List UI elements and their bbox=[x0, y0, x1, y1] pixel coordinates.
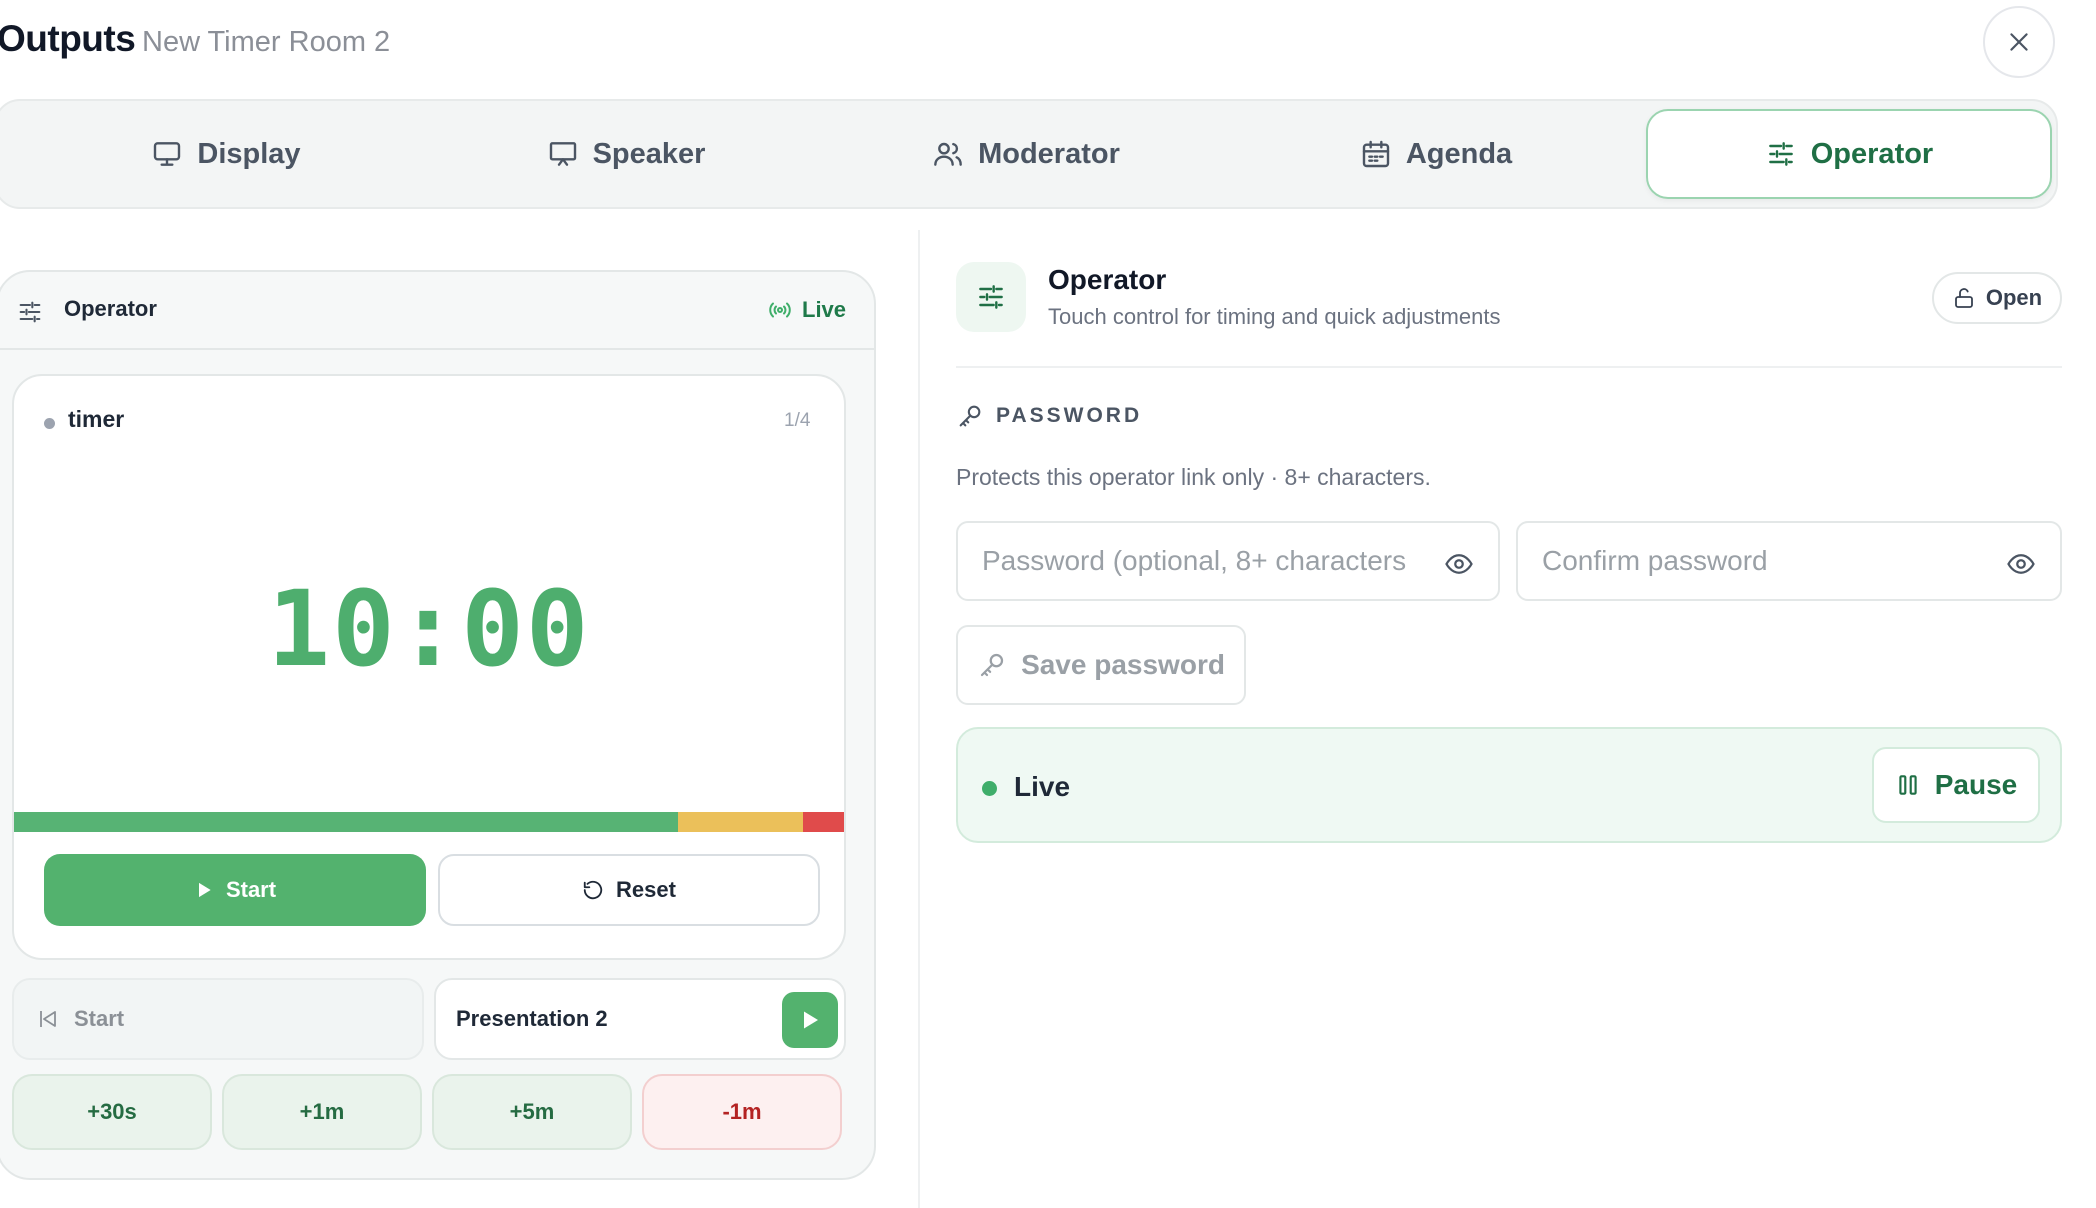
password-field bbox=[956, 521, 1500, 601]
eye-icon[interactable] bbox=[1444, 549, 1474, 579]
start-button[interactable]: Start bbox=[44, 854, 426, 926]
key-icon bbox=[977, 650, 1007, 680]
users-icon bbox=[932, 138, 964, 170]
pause-icon bbox=[1895, 772, 1921, 798]
preview-header: Operator Live bbox=[0, 272, 874, 350]
operator-description: Touch control for timing and quick adjus… bbox=[1048, 304, 1501, 329]
tab-moderator[interactable]: Moderator bbox=[856, 101, 1196, 207]
progress-segment bbox=[802, 812, 844, 832]
pause-button[interactable]: Pause bbox=[1872, 747, 2040, 823]
live-dot bbox=[982, 781, 997, 796]
next-cue: Presentation 2 bbox=[434, 978, 846, 1060]
play-next-button[interactable] bbox=[782, 992, 838, 1048]
progress-segment bbox=[14, 812, 678, 832]
close-icon bbox=[2006, 29, 2032, 55]
presentation-icon bbox=[547, 138, 579, 170]
sliders-icon bbox=[1765, 138, 1797, 170]
broadcast-icon bbox=[768, 298, 792, 322]
timer-card: timer 1/4 10:00 Start Reset bbox=[12, 374, 846, 960]
live-status-label: Live bbox=[1014, 771, 1071, 802]
password-heading: PASSWORD bbox=[956, 402, 1142, 430]
live-indicator: Live bbox=[768, 297, 846, 323]
tab-operator[interactable]: Operator bbox=[1646, 109, 2052, 199]
add-30s-button[interactable]: +30s bbox=[12, 1074, 212, 1150]
sliders-icon bbox=[16, 298, 44, 326]
tab-label: Moderator bbox=[978, 137, 1120, 170]
open-label: Open bbox=[1985, 285, 2043, 310]
dialog-header: Outputs New Timer Room 2 bbox=[0, 0, 2096, 90]
tab-agenda[interactable]: Agenda bbox=[1266, 101, 1606, 207]
room-name: New Timer Room 2 bbox=[142, 26, 391, 58]
timer-display: 10:00 bbox=[267, 568, 591, 690]
subtract-1m-button[interactable]: -1m bbox=[642, 1074, 842, 1150]
panel-divider bbox=[918, 230, 920, 1208]
operator-title: Operator bbox=[1048, 264, 1167, 295]
tab-display[interactable]: Display bbox=[56, 101, 396, 207]
password-help: Protects this operator link only · 8+ ch… bbox=[956, 464, 1431, 490]
live-label: Live bbox=[802, 297, 847, 322]
add-1m-button[interactable]: +1m bbox=[222, 1074, 422, 1150]
tab-speaker[interactable]: Speaker bbox=[456, 101, 796, 207]
dialog-title: Outputs bbox=[0, 18, 136, 59]
password-input[interactable] bbox=[982, 545, 1498, 577]
tab-label: Operator bbox=[1810, 137, 1934, 170]
pause-label: Pause bbox=[1934, 769, 2018, 800]
tab-label: Speaker bbox=[592, 137, 706, 170]
eye-icon[interactable] bbox=[2006, 549, 2036, 579]
preview-title: Operator bbox=[64, 296, 157, 321]
previous-cue-button[interactable]: Start bbox=[12, 978, 424, 1060]
confirm-password-field bbox=[1516, 521, 2062, 601]
next-cue-label: Presentation 2 bbox=[456, 1006, 608, 1031]
section-divider bbox=[956, 366, 2062, 368]
play-icon bbox=[798, 1008, 822, 1032]
open-operator-button[interactable]: Open bbox=[1932, 272, 2062, 324]
reset-button[interactable]: Reset bbox=[438, 854, 820, 926]
operator-badge bbox=[956, 262, 1026, 332]
key-icon bbox=[956, 402, 984, 430]
save-password-label: Save password bbox=[1021, 649, 1225, 680]
skip-back-icon bbox=[36, 1007, 60, 1031]
tab-label: Agenda bbox=[1405, 137, 1513, 170]
operator-preview: Operator Live timer 1/4 10:00 Start Rese… bbox=[0, 270, 876, 1180]
rotate-ccw-icon bbox=[582, 879, 604, 901]
unlock-icon bbox=[1952, 286, 1976, 310]
start-label: Start bbox=[225, 877, 277, 902]
calendar-icon bbox=[1360, 138, 1392, 170]
sliders-icon bbox=[975, 281, 1007, 313]
play-icon bbox=[194, 880, 214, 900]
tab-label: Display bbox=[197, 137, 301, 170]
timer-progress-bar bbox=[14, 812, 844, 832]
reset-label: Reset bbox=[616, 877, 676, 902]
timer-counter: 1/4 bbox=[784, 410, 811, 431]
timer-status-dot bbox=[44, 418, 55, 429]
monitor-icon bbox=[151, 138, 183, 170]
output-tabs: Display Speaker Moderator Agenda Operato… bbox=[0, 99, 2058, 209]
add-5m-button[interactable]: +5m bbox=[432, 1074, 632, 1150]
previous-cue-label: Start bbox=[74, 1006, 125, 1031]
live-status-card: Live Pause bbox=[956, 727, 2062, 843]
close-button[interactable] bbox=[1983, 6, 2055, 78]
password-heading-label: PASSWORD bbox=[996, 404, 1143, 427]
confirm-password-input[interactable] bbox=[1542, 545, 2060, 577]
save-password-button[interactable]: Save password bbox=[956, 625, 1246, 705]
progress-segment bbox=[678, 812, 803, 832]
timer-name: timer bbox=[68, 406, 125, 432]
